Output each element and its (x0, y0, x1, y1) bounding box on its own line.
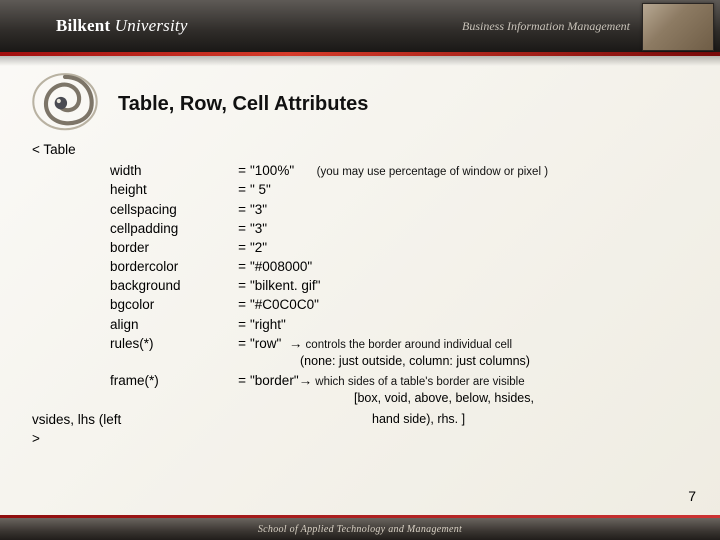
attr-name: width (110, 161, 228, 180)
attr-value: "100%" (you may use percentage of window… (246, 161, 548, 180)
equals-sign: = (228, 295, 246, 314)
equals-sign: = (228, 371, 246, 390)
equals-sign: = (228, 276, 246, 295)
slide-body: < Table width="100%" (you may use percen… (32, 140, 692, 448)
attr-value: "3" (246, 219, 267, 238)
rules-subnote: (none: just outside, column: just column… (300, 353, 692, 371)
attr-value: "row" → controls the border around indiv… (246, 334, 512, 353)
attr-value: "right" (246, 315, 286, 334)
attr-value: " 5" (246, 180, 271, 199)
header-shadow (0, 56, 720, 66)
equals-sign: = (228, 180, 246, 199)
attr-row: height=" 5" (32, 180, 692, 199)
slide-title: Table, Row, Cell Attributes (118, 93, 368, 116)
swirl-logo-icon (30, 70, 100, 132)
attr-row-rules: rules(*) = "row" → controls the border a… (32, 334, 692, 353)
attr-name: align (110, 315, 228, 334)
attr-row: bordercolor="#008000" (32, 257, 692, 276)
attr-name: bgcolor (110, 295, 228, 314)
attr-description: controls the border around individual ce… (302, 339, 512, 351)
equals-sign: = (228, 257, 246, 276)
university-name-bold: Bilkent (56, 16, 115, 35)
header-subtitle: Business Information Management (462, 19, 630, 34)
header-bar: Bilkent University Business Information … (0, 0, 720, 52)
attr-name: border (110, 238, 228, 257)
university-name-italic: University (115, 16, 188, 35)
attr-name: cellspacing (110, 200, 228, 219)
attr-value: "2" (246, 238, 267, 257)
attr-name: rules(*) (110, 334, 228, 353)
page-number: 7 (688, 488, 696, 504)
equals-sign: = (228, 200, 246, 219)
attr-name: frame(*) (110, 371, 228, 390)
attr-name: cellpadding (110, 219, 228, 238)
equals-sign: = (228, 315, 246, 334)
attr-row: bgcolor="#C0C0C0" (32, 295, 692, 314)
open-tag: < Table (32, 140, 692, 159)
attr-description: which sides of a table's border are visi… (312, 376, 525, 388)
attr-row: align="right" (32, 315, 692, 334)
equals-sign: = (228, 219, 246, 238)
frame-subnote-1: [box, void, above, below, hsides, (354, 390, 692, 408)
attr-note: (you may use percentage of window or pix… (317, 166, 548, 178)
attr-name: bordercolor (110, 257, 228, 276)
attr-row-frame: frame(*) = "border"→ which sides of a ta… (32, 371, 692, 390)
attr-row: cellspacing="3" (32, 200, 692, 219)
attr-name: height (110, 180, 228, 199)
footer: School of Applied Technology and Managem… (0, 515, 720, 540)
arrow-icon: → (299, 373, 313, 388)
attr-row: width="100%" (you may use percentage of … (32, 161, 692, 180)
equals-sign: = (228, 334, 246, 353)
attr-value: "bilkent. gif" (246, 276, 320, 295)
attr-value: "3" (246, 200, 267, 219)
attr-row: border="2" (32, 238, 692, 257)
equals-sign: = (228, 238, 246, 257)
university-name: Bilkent University (56, 16, 188, 36)
footer-text: School of Applied Technology and Managem… (258, 524, 462, 535)
equals-sign: = (228, 161, 246, 180)
slide: Bilkent University Business Information … (0, 0, 720, 540)
attr-row: cellpadding="3" (32, 219, 692, 238)
footer-bar: School of Applied Technology and Managem… (0, 518, 720, 540)
header-photo (642, 3, 714, 51)
attr-row: background="bilkent. gif" (32, 276, 692, 295)
attr-value: "#008000" (246, 257, 312, 276)
arrow-icon: → (289, 336, 303, 351)
attr-value: "#C0C0C0" (246, 295, 319, 314)
attr-value: "border"→ which sides of a table's borde… (246, 371, 525, 390)
frame-subnote-2: hand side), rhs. ] (372, 411, 692, 429)
close-tag: > (32, 429, 692, 448)
close-prefix: vsides, lhs (left (32, 410, 121, 429)
attr-name: background (110, 276, 228, 295)
